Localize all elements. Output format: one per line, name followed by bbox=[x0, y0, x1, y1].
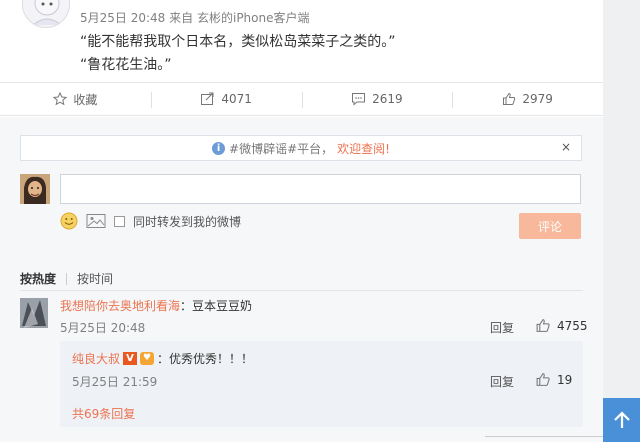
thumbs-up-icon bbox=[536, 373, 550, 386]
post-meta: 5月25日 20:48 来自 玄彬的iPhone客户端 bbox=[80, 9, 310, 26]
star-icon bbox=[53, 92, 68, 106]
thumbs-up-icon bbox=[536, 319, 550, 332]
post-action-bar: 收藏 4071 2619 2979 bbox=[0, 82, 603, 116]
post-text-line: “鲁花花生油。” bbox=[80, 57, 172, 73]
emoji-icon[interactable] bbox=[60, 212, 78, 230]
sort-divider-line bbox=[20, 290, 583, 291]
my-avatar[interactable] bbox=[20, 174, 50, 204]
post-from-label: 来自 bbox=[169, 11, 194, 25]
reply-username[interactable]: 纯良大叔 bbox=[72, 350, 120, 367]
arrow-up-icon bbox=[613, 411, 630, 428]
comment-text: ：豆本豆豆奶 bbox=[180, 299, 253, 313]
reply-button[interactable]: 回复 bbox=[490, 373, 514, 390]
notice-link[interactable]: 欢迎查阅! bbox=[337, 140, 390, 157]
info-icon: i bbox=[212, 141, 226, 155]
repost-button[interactable]: 4071 bbox=[150, 83, 302, 115]
thumbs-up-icon bbox=[503, 92, 516, 105]
comment-body: 我想陪你去奥地利看海：豆本豆豆奶 bbox=[60, 297, 252, 314]
sort-by-hot-tab[interactable]: 按热度 bbox=[20, 270, 56, 287]
verified-badge-icon[interactable]: V bbox=[123, 352, 138, 365]
repost-icon bbox=[201, 92, 214, 105]
post-source[interactable]: 玄彬的iPhone客户端 bbox=[197, 11, 310, 25]
comment-like-button[interactable]: 4755 bbox=[535, 318, 588, 333]
right-sidebar bbox=[603, 0, 640, 442]
bottom-divider bbox=[485, 436, 603, 437]
comment-input[interactable] bbox=[60, 174, 581, 204]
image-icon[interactable] bbox=[86, 213, 106, 229]
composer-tools: 同时转发到我的微博 bbox=[60, 212, 241, 230]
notice-text: #微博辟谣#平台， bbox=[229, 141, 334, 156]
also-repost-checkbox[interactable] bbox=[114, 215, 125, 227]
reply-time: 5月25日 21:59 bbox=[72, 375, 158, 389]
reply-body: 纯良大叔 V ♥ ：优秀优秀！！！ bbox=[72, 350, 253, 367]
post-text-line: “能不能帮我取个日本名，类似松岛菜菜子之类的。” bbox=[80, 34, 396, 50]
comment-time: 5月25日 20:48 bbox=[60, 321, 146, 335]
repost-count: 4071 bbox=[221, 92, 252, 106]
comment-icon bbox=[352, 93, 366, 106]
favorite-label: 收藏 bbox=[73, 92, 98, 107]
back-to-top-button[interactable] bbox=[603, 398, 640, 442]
comment-count: 2619 bbox=[372, 92, 403, 106]
commenter-avatar[interactable] bbox=[20, 298, 48, 328]
favorite-button[interactable]: 收藏 bbox=[0, 83, 151, 115]
comment-like-count: 4755 bbox=[557, 318, 588, 333]
comment-sort-tabs: 按热度 按时间 bbox=[20, 270, 113, 287]
comment-username[interactable]: 我想陪你去奥地利看海 bbox=[60, 299, 180, 313]
reply-button[interactable]: 回复 bbox=[490, 319, 514, 336]
comment-button[interactable]: 2619 bbox=[301, 83, 453, 115]
also-repost-label: 同时转发到我的微博 bbox=[133, 214, 242, 229]
sort-divider bbox=[66, 272, 68, 285]
rumor-notice-banner: i #微博辟谣#平台， 欢迎查阅! × bbox=[20, 135, 582, 161]
reply-text: ：优秀优秀！！！ bbox=[157, 352, 254, 366]
fan-badge-icon[interactable]: ♥ bbox=[140, 352, 155, 365]
more-replies-link[interactable]: 共69条回复 bbox=[72, 405, 135, 422]
reply-like-button[interactable]: 19 bbox=[535, 372, 572, 387]
reply-like-count: 19 bbox=[557, 372, 573, 387]
like-count: 2979 bbox=[522, 92, 553, 106]
close-icon[interactable]: × bbox=[561, 140, 571, 154]
like-button[interactable]: 2979 bbox=[452, 83, 603, 115]
post-date[interactable]: 5月25日 20:48 bbox=[80, 11, 165, 25]
submit-comment-button[interactable]: 评论 bbox=[519, 213, 581, 239]
sort-by-time-tab[interactable]: 按时间 bbox=[77, 270, 113, 287]
